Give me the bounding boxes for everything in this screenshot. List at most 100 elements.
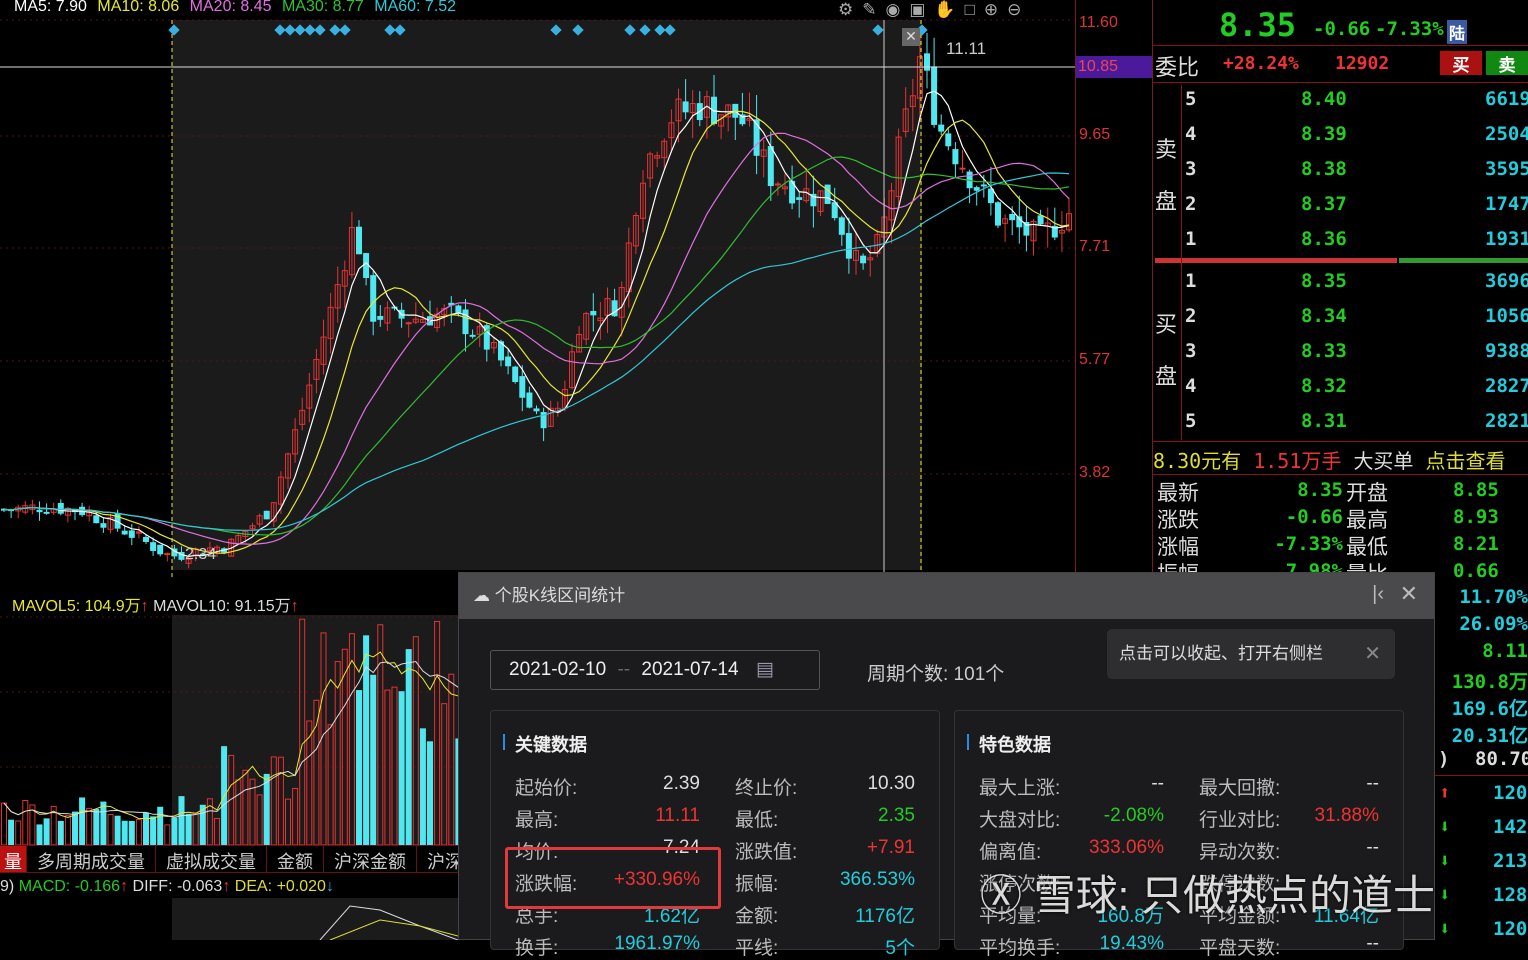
volume-bar bbox=[150, 816, 157, 845]
stat-row: 最高: 11.11 bbox=[515, 805, 700, 831]
stat-row: 涨跌值: +7.91 bbox=[735, 837, 915, 863]
calendar-icon[interactable]: ▤ bbox=[756, 659, 774, 680]
last-price: 8.35 bbox=[1219, 6, 1297, 44]
volume-bar bbox=[43, 818, 50, 845]
draw-icon[interactable]: ✎ bbox=[862, 0, 885, 19]
stat-label: 涨跌 bbox=[1157, 508, 1199, 532]
stat-value: -- bbox=[1366, 837, 1379, 858]
stat-value: -2.08% bbox=[1103, 805, 1164, 826]
ma10-label: MA10: 8.06 bbox=[97, 0, 180, 15]
volume-bar bbox=[185, 813, 192, 845]
big-order-banner[interactable]: 8.30元有 1.51万手 大买单 点击查看 bbox=[1153, 441, 1528, 475]
bid-level: 3 bbox=[1185, 340, 1197, 362]
collapse-icon[interactable]: |‹ bbox=[1372, 583, 1384, 606]
stat-value: 1176亿 bbox=[855, 906, 915, 927]
tab-volume[interactable]: 量 bbox=[0, 846, 27, 872]
stat-label: 最高: bbox=[515, 810, 559, 831]
key-data-card: 关键数据 起始价: 2.39 终止价: 10.30 最高: 11.11 最低: 2.35 均价: 7… bbox=[490, 710, 940, 959]
tab-multi-period-volume[interactable]: 多周期成交量 bbox=[27, 846, 156, 872]
candle bbox=[774, 183, 781, 186]
ma30-label: MA30: 8.77 bbox=[281, 0, 364, 15]
stat-value: 130.8万 bbox=[1451, 671, 1528, 693]
tip-text: 点击可以收起、打开右侧栏 bbox=[1119, 644, 1323, 663]
ma5-label: MA5: 7.90 bbox=[14, 0, 87, 15]
candle bbox=[845, 233, 852, 259]
candle bbox=[590, 310, 597, 316]
stat-value: 2.35 bbox=[878, 805, 915, 826]
stat-row: 最大上涨: -- bbox=[979, 773, 1164, 799]
ma-legend: MA5: 7.90 MA10: 8.06 MA20: 8.45 MA30: 8.… bbox=[14, 0, 462, 18]
ask-volume: 3595 bbox=[1485, 158, 1528, 180]
stat-label: 平线: bbox=[735, 938, 779, 959]
volume-bar bbox=[107, 813, 114, 845]
stat-value: 8.35 bbox=[1297, 479, 1343, 501]
buy-button[interactable]: 买 bbox=[1440, 51, 1482, 76]
stat-row: 异动次数: -- bbox=[1199, 837, 1379, 863]
close-range-icon[interactable]: ✕ bbox=[902, 28, 920, 46]
stat-row: 起始价: 2.39 bbox=[515, 773, 700, 799]
feature-data-title: 特色数据 bbox=[967, 731, 1051, 757]
stat-value: 80.70 bbox=[1475, 748, 1528, 770]
tab-amount[interactable]: 金额 bbox=[267, 846, 324, 872]
stat-label: 平盘天数: bbox=[1199, 938, 1281, 959]
big-order-label: 大买单 bbox=[1353, 449, 1414, 473]
volume-bar bbox=[135, 819, 142, 845]
volume-bar bbox=[1, 802, 7, 845]
stat-row: 终止价: 10.30 bbox=[735, 773, 915, 799]
crosshair-price: 10.85 bbox=[1076, 56, 1152, 78]
tab-hs-amount[interactable]: 沪深金额 bbox=[324, 846, 417, 872]
stat-label: 平均换手: bbox=[979, 938, 1061, 959]
candle bbox=[1009, 214, 1016, 221]
sell-button[interactable]: 卖 bbox=[1486, 51, 1528, 76]
candle bbox=[150, 542, 157, 551]
candle bbox=[93, 515, 100, 524]
bid-price: 8.35 bbox=[1301, 270, 1347, 292]
watermark-text: 雪球: 只做热点的道士 bbox=[1033, 872, 1436, 919]
stat-row: 平线: 5个 bbox=[735, 933, 915, 959]
macd-chart[interactable] bbox=[0, 898, 458, 940]
volume-bar bbox=[114, 815, 121, 845]
lock-icon[interactable]: □ bbox=[965, 0, 984, 19]
candle bbox=[952, 149, 959, 165]
volume-bar bbox=[164, 824, 171, 845]
close-icon[interactable]: ✕ bbox=[1400, 581, 1418, 607]
volume-bar bbox=[57, 820, 64, 845]
volume-bar bbox=[419, 728, 426, 845]
candle bbox=[57, 503, 64, 514]
stat-label: 最大回撤: bbox=[1199, 778, 1281, 799]
kline-chart[interactable] bbox=[0, 0, 1075, 590]
stat-value: 0.66 bbox=[1453, 560, 1499, 582]
candle bbox=[43, 511, 50, 514]
tab-virtual-volume[interactable]: 虚拟成交量 bbox=[156, 846, 267, 872]
dialog-titlebar[interactable]: ☁ 个股K线区间统计 bbox=[459, 573, 1434, 619]
volume-chart[interactable] bbox=[0, 615, 458, 845]
candle bbox=[405, 322, 412, 325]
stat-value: 10.30 bbox=[867, 773, 915, 794]
candle bbox=[455, 305, 462, 314]
bid-price: 8.32 bbox=[1301, 375, 1347, 397]
candle bbox=[682, 101, 689, 113]
stat-label: 起始价: bbox=[515, 778, 578, 799]
bid-level: 4 bbox=[1185, 375, 1197, 397]
date-range-input[interactable]: 2021-02-10 -- 2021-07-14 ▤ bbox=[490, 650, 820, 690]
up-arrow-icon: ⬆ bbox=[1439, 782, 1451, 804]
candle bbox=[121, 530, 128, 535]
zoom-out-icon[interactable]: ⊖ bbox=[1007, 0, 1030, 19]
tip-close-icon[interactable]: ✕ bbox=[1364, 629, 1381, 679]
toolbox-icon[interactable]: ▣ bbox=[909, 0, 934, 19]
stat-label: 大盘对比: bbox=[979, 810, 1061, 831]
bid-side-label: 买盘 bbox=[1155, 313, 1178, 390]
stat-label: 金额: bbox=[735, 906, 779, 927]
big-order-qty: 1.51万手 bbox=[1253, 449, 1342, 473]
volume-bar bbox=[15, 820, 22, 845]
stat-value: 8.93 bbox=[1453, 506, 1499, 528]
settings-icon[interactable]: ⚙ bbox=[838, 0, 862, 19]
ask-price: 8.40 bbox=[1301, 88, 1347, 110]
stat-row: 大盘对比: -2.08% bbox=[979, 805, 1164, 831]
big-order-link[interactable]: 点击查看 bbox=[1425, 449, 1505, 473]
zoom-in-icon[interactable]: ⊕ bbox=[984, 0, 1007, 19]
hand-icon[interactable]: ✋ bbox=[934, 0, 964, 19]
eye-icon[interactable]: ◉ bbox=[886, 0, 910, 19]
stat-value: 5个 bbox=[885, 938, 915, 959]
ask-price: 8.37 bbox=[1301, 193, 1347, 215]
